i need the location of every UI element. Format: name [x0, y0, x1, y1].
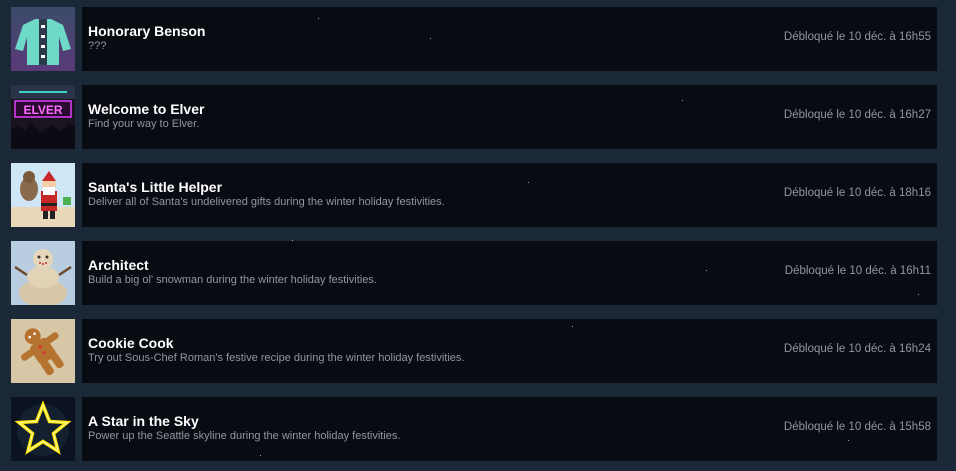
snow-speck: [706, 270, 707, 271]
achievement-title: Welcome to Elver: [88, 101, 205, 117]
snow-speck: [848, 440, 849, 441]
achievement-title: A Star in the Sky: [88, 413, 199, 429]
achievement-title: Cookie Cook: [88, 335, 174, 351]
neon-star-icon: [11, 397, 75, 461]
snowman-icon: [11, 241, 75, 305]
achievement-row: Cookie Cook Try out Sous-Chef Roman's fe…: [0, 312, 956, 390]
unlock-date: Débloqué le 10 déc. à 15h58: [783, 421, 931, 433]
achievement-row: A Star in the Sky Power up the Seattle s…: [0, 390, 956, 468]
achievement-description: Power up the Seattle skyline during the …: [88, 430, 401, 442]
unlock-date: Débloqué le 10 déc. à 16h11: [784, 265, 931, 277]
achievement-title: Santa's Little Helper: [88, 179, 223, 195]
snow-speck: [572, 326, 573, 327]
achievement-description: Try out Sous-Chef Roman's festive recipe…: [88, 352, 465, 364]
achievement-card[interactable]: Cookie Cook Try out Sous-Chef Roman's fe…: [82, 319, 937, 383]
achievement-card[interactable]: A Star in the Sky Power up the Seattle s…: [82, 397, 937, 461]
unlock-date: Débloqué le 10 déc. à 16h55: [783, 31, 931, 43]
achievement-description: Find your way to Elver.: [88, 118, 200, 130]
snow-speck: [528, 182, 529, 183]
unlock-date: Débloqué le 10 déc. à 18h16: [783, 187, 931, 199]
achievement-card[interactable]: Welcome to Elver Find your way to Elver.…: [82, 85, 937, 149]
achievement-description: Build a big ol' snowman during the winte…: [88, 274, 377, 286]
santa-icon: [11, 163, 75, 227]
snow-speck: [292, 240, 293, 241]
achievement-card[interactable]: Santa's Little Helper Deliver all of San…: [82, 163, 937, 227]
achievement-title: Architect: [88, 257, 149, 273]
achievement-row: Santa's Little Helper Deliver all of San…: [0, 156, 956, 234]
unlock-date: Débloqué le 10 déc. à 16h27: [783, 109, 931, 121]
achievement-title: Honorary Benson: [88, 23, 206, 39]
snow-speck: [918, 294, 919, 295]
snow-speck: [318, 18, 319, 19]
achievement-description: ???: [88, 40, 107, 52]
achievement-list: Honorary Benson ??? Débloqué le 10 déc. …: [0, 0, 956, 471]
snow-speck: [260, 455, 261, 456]
elver-sign-text: ELVER: [23, 103, 62, 117]
achievement-row: Architect Build a big ol' snowman during…: [0, 234, 956, 312]
achievement-card[interactable]: Architect Build a big ol' snowman during…: [82, 241, 937, 305]
achievement-row: Honorary Benson ??? Débloqué le 10 déc. …: [0, 0, 956, 78]
jacket-icon: [11, 7, 75, 71]
snow-speck: [682, 100, 683, 101]
elver-sign-icon: ELVER: [11, 85, 75, 149]
gingerbread-cookie-icon: [11, 319, 75, 383]
achievement-card[interactable]: Honorary Benson ??? Débloqué le 10 déc. …: [82, 7, 937, 71]
unlock-date: Débloqué le 10 déc. à 16h24: [783, 343, 931, 355]
achievement-description: Deliver all of Santa's undelivered gifts…: [88, 196, 445, 208]
achievement-row: ELVER Welcome to Elver Find your way to …: [0, 78, 956, 156]
snow-speck: [430, 38, 431, 39]
